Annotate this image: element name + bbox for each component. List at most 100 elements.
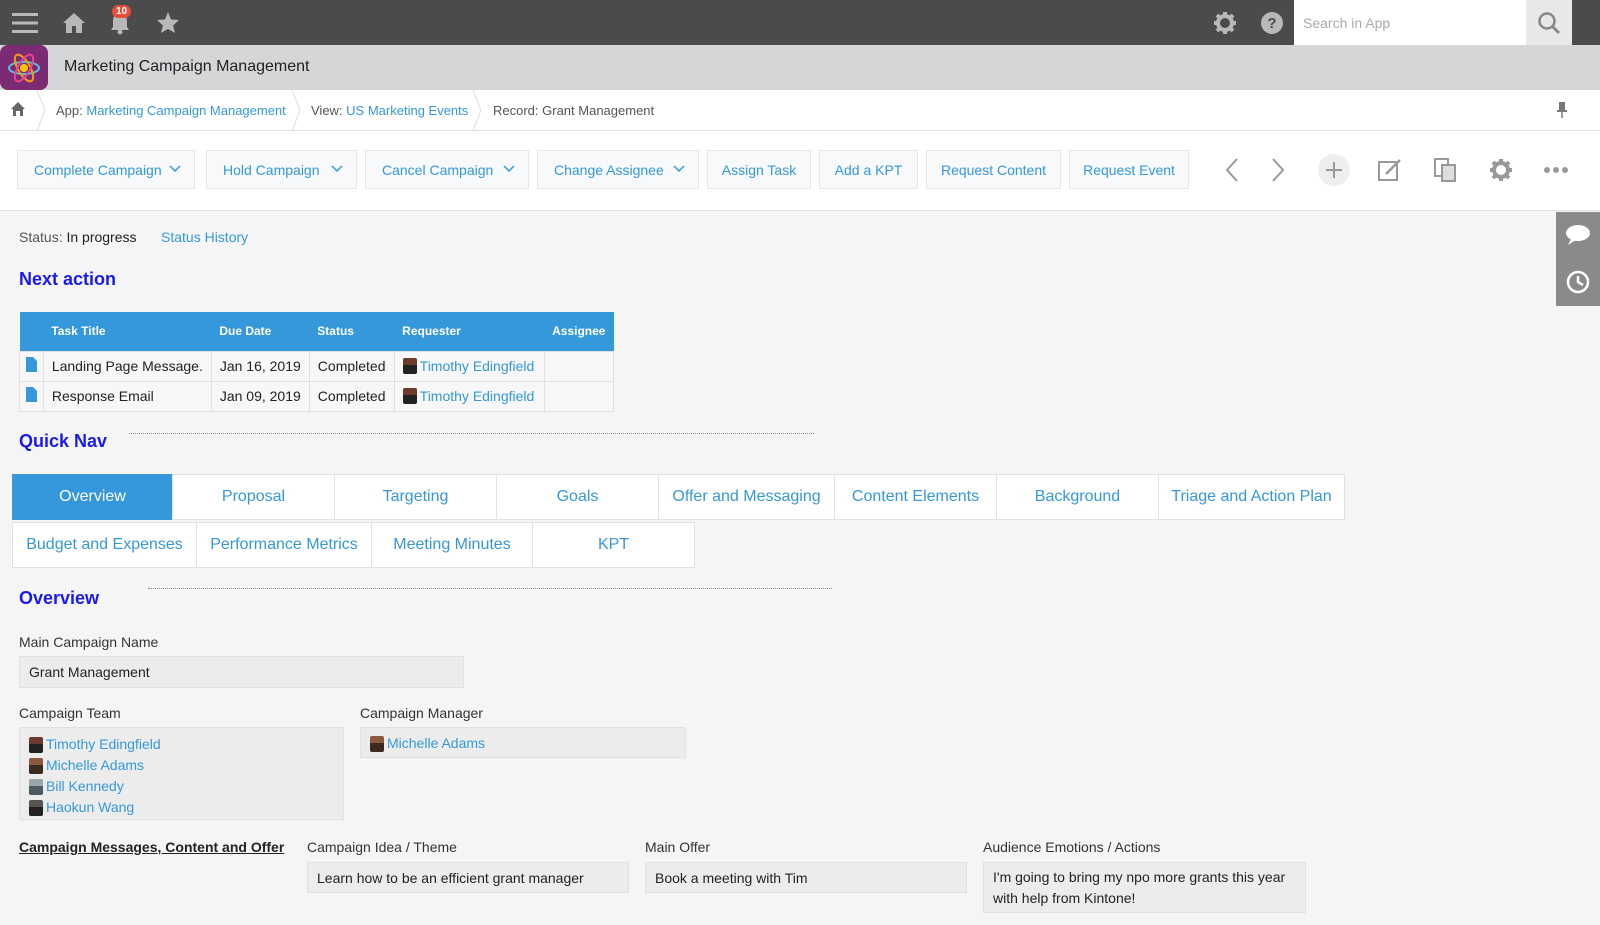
requester-name[interactable]: Timothy Edingfield — [420, 388, 535, 404]
avatar — [29, 799, 43, 816]
campaign-team-label: Campaign Team — [19, 705, 121, 721]
next-action-title: Next action — [19, 269, 117, 289]
campaign-manager-user[interactable]: Michelle Adams — [370, 733, 676, 754]
table-header-status: Status — [309, 312, 395, 351]
hold-campaign-button[interactable]: Hold Campaign — [206, 150, 357, 189]
add-icon[interactable] — [1317, 153, 1351, 187]
chevron-down-icon — [673, 165, 685, 173]
breadcrumb-app[interactable]: App: Marketing Campaign Management — [56, 103, 286, 118]
request-event-button[interactable]: Request Event — [1069, 150, 1189, 189]
manager-name[interactable]: Michelle Adams — [387, 733, 485, 754]
member-name[interactable]: Timothy Edingfield — [46, 734, 161, 755]
breadcrumb-app-link[interactable]: Marketing Campaign Management — [86, 103, 285, 118]
campaign-manager-value: Michelle Adams — [360, 727, 686, 758]
member-name[interactable]: Haokun Wang — [46, 797, 134, 818]
search-box — [1294, 0, 1526, 45]
status-line: Status: In progress — [19, 229, 137, 245]
quick-nav-row-2: Budget and Expenses Performance Metrics … — [12, 522, 695, 568]
avatar — [402, 358, 417, 374]
assign-task-button[interactable]: Assign Task — [707, 150, 811, 189]
change-assignee-button[interactable]: Change Assignee — [537, 150, 699, 189]
tab-triage-and-action-plan[interactable]: Triage and Action Plan — [1158, 474, 1345, 520]
task-title-cell: Landing Page Message. — [42, 350, 212, 382]
side-panel — [1556, 212, 1600, 306]
chevron-left-icon[interactable] — [1220, 153, 1244, 187]
svg-text:?: ? — [1267, 15, 1276, 32]
task-title-cell: Response Email — [42, 380, 212, 412]
pin-icon[interactable] — [1556, 101, 1568, 122]
tab-background[interactable]: Background — [996, 474, 1159, 520]
main-campaign-name-label: Main Campaign Name — [19, 634, 159, 650]
tab-budget-and-expenses[interactable]: Budget and Expenses — [12, 522, 197, 568]
status-label: Status: — [19, 229, 67, 245]
requester-user[interactable]: Timothy Edingfield — [402, 356, 536, 377]
overview-title: Overview — [19, 588, 100, 608]
task-detail-cell — [19, 350, 44, 382]
search-icon — [1538, 11, 1561, 34]
campaign-team-member[interactable]: Michelle Adams — [29, 755, 334, 776]
duplicate-icon[interactable] — [1431, 153, 1459, 187]
task-due-cell: Jan 09, 2019 — [210, 380, 310, 412]
tab-goals[interactable]: Goals — [496, 474, 659, 520]
tab-kpt[interactable]: KPT — [532, 522, 695, 568]
breadcrumb: App: Marketing Campaign Management View:… — [0, 90, 1600, 131]
table-row: Landing Page Message. Jan 16, 2019 Compl… — [19, 350, 615, 382]
app-title: Marketing Campaign Management — [64, 58, 310, 75]
chevron-right-icon[interactable] — [1266, 153, 1290, 187]
request-content-button[interactable]: Request Content — [926, 150, 1061, 189]
campaign-team-member[interactable]: Haokun Wang — [29, 797, 334, 818]
home-icon[interactable] — [59, 0, 89, 45]
button-label: Cancel Campaign — [382, 161, 494, 178]
task-assignee-cell — [543, 350, 615, 382]
avatar — [29, 757, 43, 774]
campaign-messages-heading: Campaign Messages, Content and Offer — [19, 839, 285, 855]
campaign-team-member[interactable]: Timothy Edingfield — [29, 734, 334, 755]
tab-content-elements[interactable]: Content Elements — [834, 474, 997, 520]
button-label: Change Assignee — [554, 161, 664, 178]
table-header-assignee: Assignee — [544, 312, 614, 351]
tab-meeting-minutes[interactable]: Meeting Minutes — [371, 522, 533, 568]
campaign-team-member[interactable]: Bill Kennedy — [29, 776, 334, 797]
settings-gear-icon[interactable] — [1487, 153, 1515, 187]
add-kpt-button[interactable]: Add a KPT — [819, 150, 918, 189]
status-history-link[interactable]: Status History — [161, 229, 248, 245]
tab-offer-and-messaging[interactable]: Offer and Messaging — [658, 474, 835, 520]
cancel-campaign-button[interactable]: Cancel Campaign — [365, 150, 529, 189]
search-input[interactable] — [1294, 0, 1526, 45]
document-icon[interactable] — [25, 387, 38, 402]
campaign-idea-value: Learn how to be an efficient grant manag… — [307, 862, 629, 893]
divider — [148, 588, 832, 589]
star-icon[interactable] — [153, 0, 183, 45]
history-icon[interactable] — [1566, 270, 1590, 297]
breadcrumb-view[interactable]: View: US Marketing Events — [311, 103, 468, 118]
tab-performance-metrics[interactable]: Performance Metrics — [196, 522, 372, 568]
breadcrumb-separator-icon — [36, 90, 46, 131]
task-requester-cell: Timothy Edingfield — [393, 380, 545, 412]
tab-targeting[interactable]: Targeting — [334, 474, 497, 520]
main-offer-value: Book a meeting with Tim — [645, 862, 967, 893]
tab-proposal[interactable]: Proposal — [172, 474, 335, 520]
table-row: Response Email Jan 09, 2019 Completed Ti… — [19, 380, 615, 412]
member-name[interactable]: Michelle Adams — [46, 755, 144, 776]
avatar — [29, 778, 43, 795]
breadcrumb-view-link[interactable]: US Marketing Events — [346, 103, 468, 118]
edit-icon[interactable] — [1376, 153, 1404, 187]
chevron-down-icon — [503, 165, 515, 173]
search-button[interactable] — [1526, 0, 1572, 45]
gear-icon[interactable] — [1210, 0, 1240, 45]
member-name[interactable]: Bill Kennedy — [46, 776, 124, 797]
complete-campaign-button[interactable]: Complete Campaign — [17, 150, 195, 189]
menu-icon[interactable] — [8, 0, 42, 45]
requester-name[interactable]: Timothy Edingfield — [420, 358, 535, 374]
document-icon[interactable] — [25, 357, 38, 372]
tab-overview[interactable]: Overview — [12, 474, 173, 520]
breadcrumb-home-icon[interactable] — [10, 101, 26, 120]
comment-icon[interactable] — [1565, 224, 1591, 249]
app-logo-icon[interactable] — [0, 45, 48, 90]
breadcrumb-separator-icon — [291, 90, 301, 131]
help-icon[interactable]: ? — [1257, 0, 1287, 45]
requester-user[interactable]: Timothy Edingfield — [402, 386, 536, 407]
more-icon[interactable] — [1541, 153, 1571, 187]
task-detail-cell — [19, 380, 44, 412]
breadcrumb-view-prefix: View: — [311, 103, 347, 118]
